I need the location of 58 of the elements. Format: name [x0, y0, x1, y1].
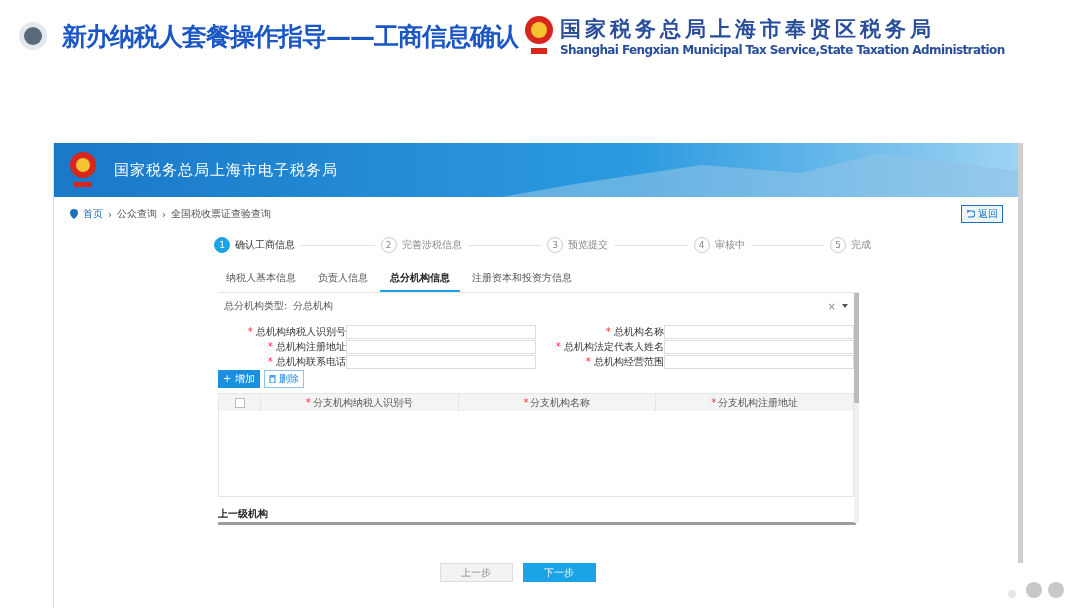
step-number: 1 — [214, 237, 230, 253]
org-name: 国家税务总局上海市奉贤区税务局 — [560, 16, 936, 43]
column-header: 分支机构纳税人识别号 — [312, 395, 413, 410]
input-field[interactable] — [346, 355, 536, 369]
dropdown-caret-icon[interactable] — [842, 304, 848, 308]
scrollbar-thumb[interactable] — [854, 293, 859, 403]
bullet-icon — [18, 21, 48, 51]
input-field[interactable] — [664, 340, 854, 354]
tab[interactable]: 负责人信息 — [308, 271, 378, 292]
input-field[interactable] — [664, 355, 854, 369]
checkbox[interactable] — [234, 397, 245, 408]
step-label: 审核中 — [714, 238, 745, 252]
tab[interactable]: 纳税人基本信息 — [216, 271, 306, 292]
breadcrumb-link[interactable]: 公众查询 — [117, 207, 157, 221]
slide-title: 新办纳税人套餐操作指导——工商信息确认 — [62, 20, 518, 53]
field-label: 总机构经营范围 — [594, 356, 664, 367]
input-field[interactable] — [664, 325, 854, 339]
required-mark: * — [305, 397, 311, 408]
field-label: 总分机构类型: — [224, 299, 288, 313]
required-mark: * — [605, 326, 611, 337]
org-english-name: Shanghai Fengxian Municipal Tax Service,State Taxation Administration — [560, 43, 1005, 57]
portal-title: 国家税务总局上海市电子税务局 — [114, 160, 338, 180]
input-field[interactable] — [346, 340, 536, 354]
breadcrumb-separator: › — [162, 208, 166, 220]
required-mark: * — [555, 341, 561, 352]
step-label: 完善涉税信息 — [401, 238, 462, 252]
scrollbar[interactable] — [1018, 143, 1023, 563]
required-mark: * — [585, 356, 591, 367]
field-label: 总机构纳税人识别号 — [256, 326, 346, 337]
clear-button[interactable]: × — [827, 300, 836, 312]
field-label: 总机构法定代表人姓名 — [564, 341, 664, 352]
trash-icon — [268, 375, 276, 383]
required-mark: * — [267, 356, 273, 367]
scrollbar[interactable] — [218, 522, 856, 525]
breadcrumb-separator: › — [108, 208, 112, 220]
required-mark: * — [267, 341, 273, 352]
breadcrumb-link[interactable]: 全国税收票证查验查询 — [171, 207, 271, 221]
field-label: 总机构名称 — [614, 326, 664, 337]
delete-button[interactable]: 删除 — [263, 370, 304, 388]
required-mark: * — [523, 397, 529, 408]
column-header: 分支机构注册地址 — [718, 395, 799, 410]
step-label: 完成 — [851, 238, 871, 252]
select-value[interactable]: 分总机构 — [293, 299, 334, 313]
step-label: 预览提交 — [568, 238, 608, 252]
return-icon — [966, 210, 975, 218]
location-pin-icon — [70, 209, 78, 219]
required-mark: * — [247, 326, 253, 337]
breadcrumb-link[interactable]: 首页 — [83, 207, 103, 221]
field-label: 总机构注册地址 — [276, 341, 346, 352]
input-field[interactable] — [346, 325, 536, 339]
field-label: 总机构联系电话 — [276, 356, 346, 367]
column-header: 分支机构名称 — [530, 395, 591, 410]
tab[interactable]: 总分机构信息 — [380, 271, 460, 292]
back-button[interactable]: 返回 — [961, 205, 1003, 223]
step-label: 确认工商信息 — [235, 238, 295, 252]
required-mark: * — [711, 397, 717, 408]
tab[interactable]: 注册资本和投资方信息 — [462, 271, 582, 292]
section-title: 上一级机构 — [218, 507, 269, 521]
